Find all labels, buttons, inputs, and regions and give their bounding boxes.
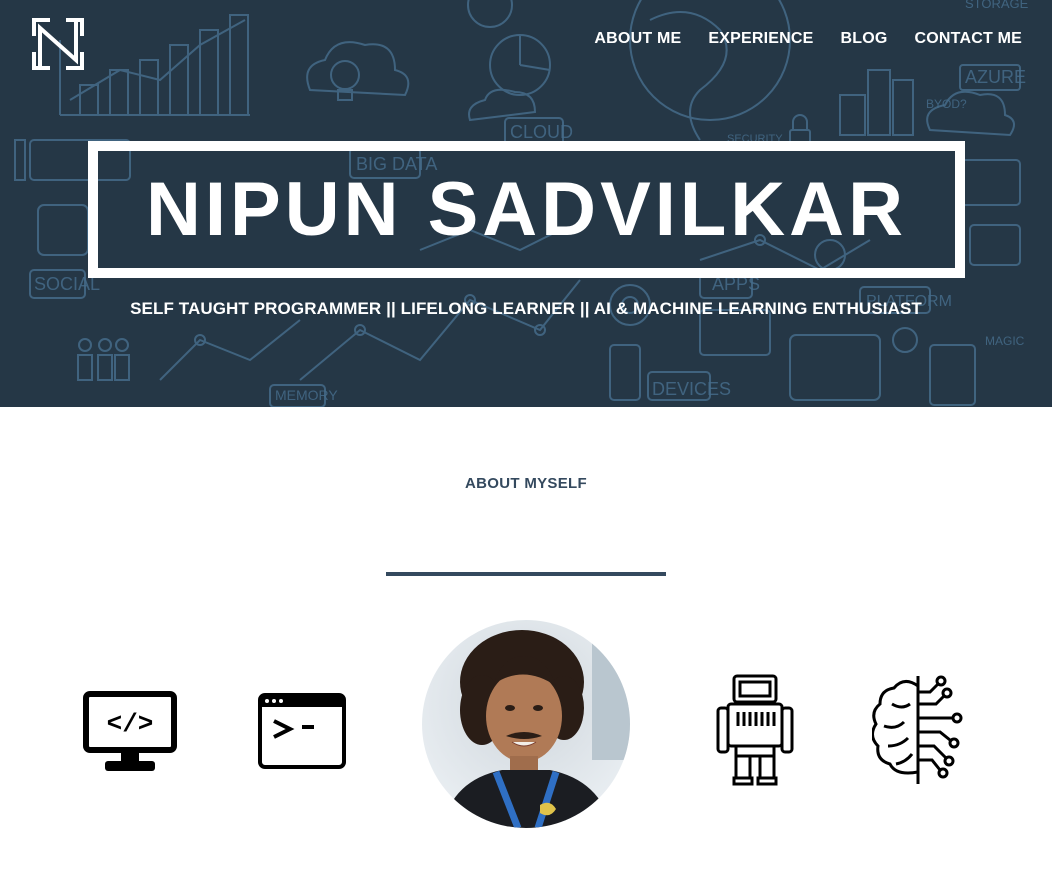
svg-text:</>: </> bbox=[107, 709, 154, 739]
section-divider bbox=[386, 572, 666, 576]
nav-experience[interactable]: EXPERIENCE bbox=[708, 30, 813, 48]
nav-blog[interactable]: BLOG bbox=[841, 30, 888, 48]
main-nav: ABOUT ME EXPERIENCE BLOG CONTACT ME bbox=[594, 30, 1022, 48]
about-section-title: ABOUT MYSELF bbox=[465, 475, 587, 492]
profile-avatar bbox=[422, 620, 630, 828]
robot-icon bbox=[716, 674, 794, 786]
nav-about-me[interactable]: ABOUT ME bbox=[594, 30, 681, 48]
ai-brain-icon bbox=[872, 675, 963, 784]
name-title-box: NIPUN SADVILKAR bbox=[88, 141, 965, 278]
terminal-icon bbox=[258, 693, 346, 769]
hero-banner: BIG DATA CLOUD SOCIAL AZURE APPS DEVICES… bbox=[0, 0, 1052, 407]
hero-name: NIPUN SADVILKAR bbox=[146, 167, 907, 252]
code-monitor-icon: </> bbox=[83, 691, 177, 771]
site-logo-icon[interactable] bbox=[30, 16, 86, 72]
nav-contact-me[interactable]: CONTACT ME bbox=[915, 30, 1022, 48]
hero-tagline: SELF TAUGHT PROGRAMMER || LIFELONG LEARN… bbox=[130, 299, 922, 318]
